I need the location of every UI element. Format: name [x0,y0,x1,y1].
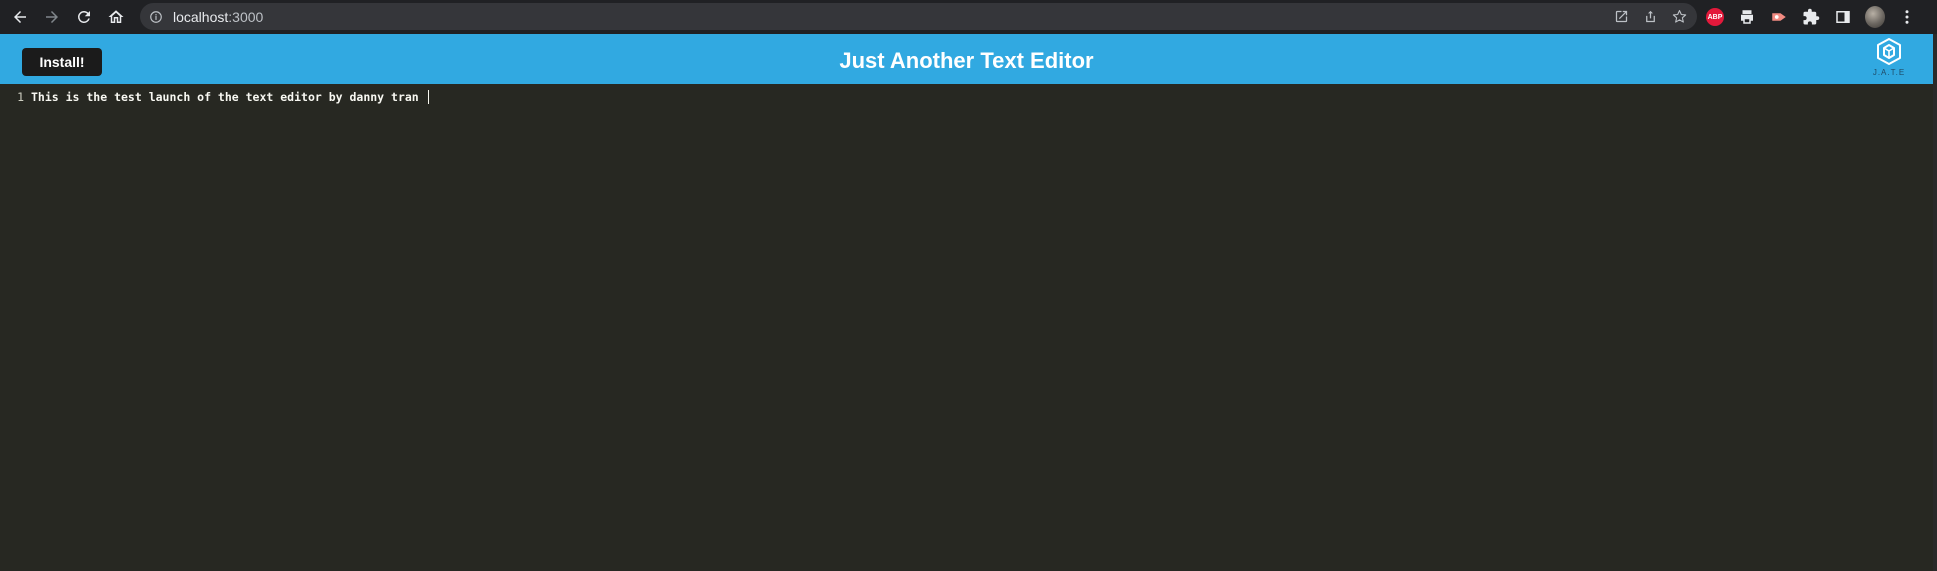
editor-line[interactable]: 1 This is the test launch of the text ed… [0,89,429,105]
logo-text: J.A.T.E [1872,68,1906,77]
back-button[interactable] [4,1,36,33]
abp-icon: ABP [1706,8,1724,26]
open-in-new-icon[interactable] [1614,9,1629,24]
sidebar-icon [1836,11,1850,23]
app-title: Just Another Text Editor [839,48,1094,73]
forward-button[interactable] [36,1,68,33]
url-text[interactable]: localhost:3000 [173,9,263,25]
text-cursor [427,90,429,104]
reload-icon [77,10,90,23]
print-extension-button[interactable] [1737,7,1757,27]
app-header: Install! Just Another Text Editor J.A.T.… [0,34,1933,84]
extensions-button[interactable] [1801,7,1821,27]
home-icon [108,10,124,23]
print-icon [1741,10,1753,24]
line-number: 1 [17,90,24,104]
record-icon [1772,13,1786,21]
extensions-area: ABP [1705,0,1917,34]
home-button[interactable] [100,1,132,33]
reload-button[interactable] [68,1,100,33]
star-icon[interactable] [1672,9,1687,24]
code-editor[interactable]: 1 This is the test launch of the text ed… [0,84,1933,571]
address-bar[interactable]: localhost:3000 [140,3,1697,30]
puzzle-icon [1803,8,1820,25]
arrow-forward-icon [46,11,58,23]
page-scrollbar[interactable] [1933,34,1937,571]
browser-toolbar: localhost:3000 ABP [0,0,1937,34]
app-logo: J.A.T.E [1867,37,1911,81]
info-icon[interactable] [149,10,163,24]
url-host: localhost [173,8,229,25]
line-text[interactable]: This is the test launch of the text edit… [31,90,426,104]
menu-button[interactable] [1897,7,1917,27]
avatar [1865,6,1885,28]
share-icon[interactable] [1643,9,1658,24]
url-port: :3000 [228,8,264,25]
cube-logo-icon [1877,38,1901,65]
arrow-back-icon [14,11,26,23]
record-extension-button[interactable] [1769,7,1789,27]
side-panel-button[interactable] [1833,7,1853,27]
abp-extension-button[interactable]: ABP [1705,7,1725,27]
kebab-menu-icon [1905,10,1909,24]
profile-button[interactable] [1865,6,1885,28]
omnibox-actions [1614,3,1687,30]
